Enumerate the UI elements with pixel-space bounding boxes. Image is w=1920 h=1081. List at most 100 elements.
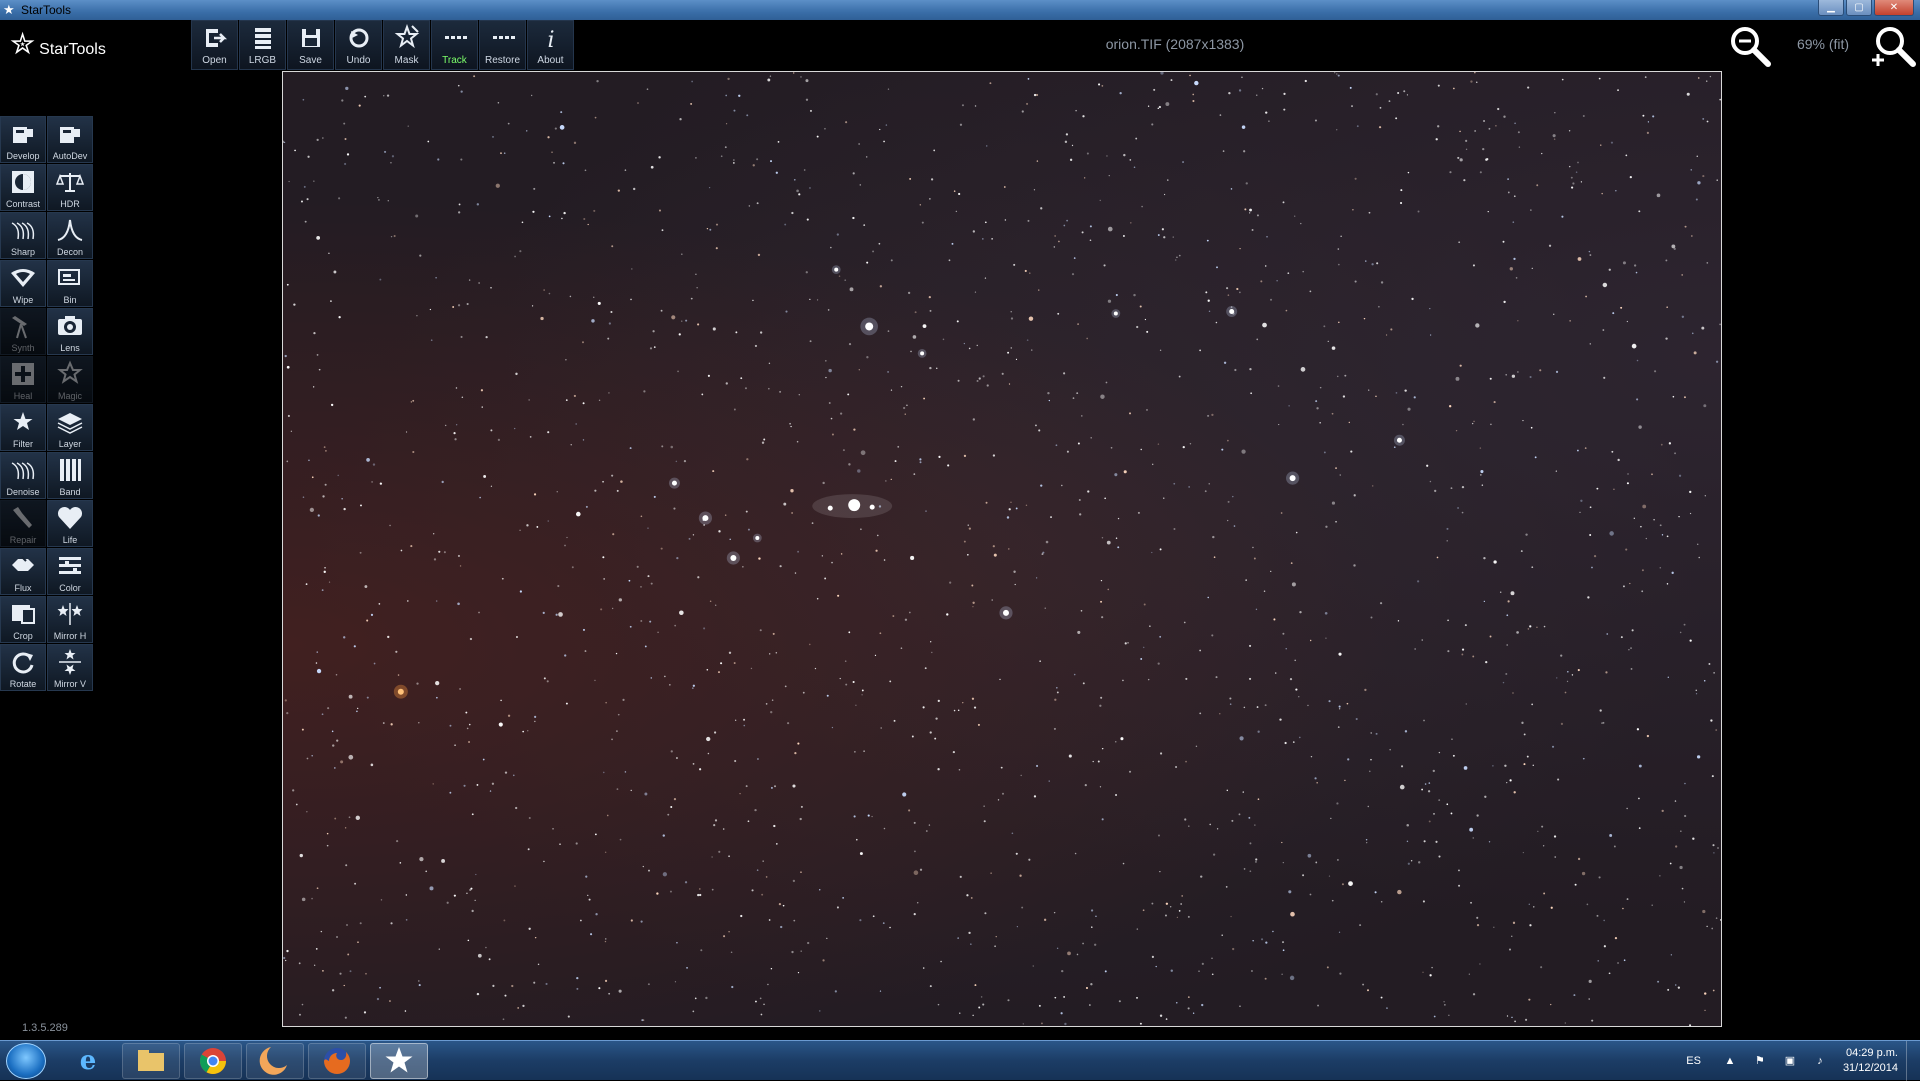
tool-grid: Develop AutoDev Contrast HDR Sharp Decon Wipe B… [0,116,94,691]
toolbar-button-label: Undo [346,55,371,66]
window-title: StarTools [21,3,72,17]
toolbar-icon-wrap [480,21,525,55]
toolbar-button-save[interactable]: Save [287,20,334,70]
tool-button-label: Develop [6,151,40,161]
tool-icon-wrap [48,309,92,343]
crop-icon [12,605,35,624]
maximize-button[interactable]: ▢ [1846,0,1872,16]
moon-icon [259,1047,287,1075]
tool-button-label: Crop [13,631,33,641]
tool-panel: Develop AutoDev Contrast HDR Sharp Decon Wipe B… [0,116,94,691]
toolbar-button-open[interactable]: Open [191,20,238,70]
app-window: ✮ StarTools Open LRGB Save Undo Mask Track Res… [0,20,1920,1040]
taskbar-item-startools[interactable] [370,1043,428,1079]
open-icon [205,29,227,47]
tool-button-bin[interactable]: Bin [47,260,93,307]
life-icon [57,506,83,529]
tool-button-rotate[interactable]: Rotate [0,644,46,691]
tool-button-develop[interactable]: Develop [0,116,46,163]
tool-button-lens[interactable]: Lens [47,308,93,355]
tool-button-label: Layer [58,439,82,449]
taskbar-item-app-moon[interactable] [246,1043,304,1079]
tool-icon-wrap [48,453,92,487]
version-label: 1.3.5.289 [22,1022,68,1034]
tool-button-synth[interactable]: Synth [0,308,46,355]
tool-icon-wrap [1,165,45,199]
tool-icon-wrap [48,213,92,247]
tool-button-mirror-h[interactable]: Mirror H [47,596,93,643]
magnifier-minus-icon [1731,27,1771,67]
flag-icon[interactable]: ⚑ [1753,1054,1767,1068]
toolbar-icon-wrap [432,21,477,55]
repair-icon [13,507,32,528]
toolbar-icon-wrap [384,21,429,55]
tool-button-contrast[interactable]: Contrast [0,164,46,211]
lrgb-icon [254,28,271,49]
tool-button-life[interactable]: Life [47,500,93,547]
tool-button-magic[interactable]: Magic [47,356,93,403]
tool-button-label: Rotate [9,679,37,689]
magic-icon [57,360,83,384]
toolbar-button-mask[interactable]: Mask [383,20,430,70]
zoom-out-button[interactable] [1728,24,1774,68]
tool-button-label: HDR [60,199,80,209]
mask-icon [394,24,419,49]
tool-button-label: Heal [13,391,33,401]
toolbar-button-restore[interactable]: Restore [479,20,526,70]
tool-button-band[interactable]: Band [47,452,93,499]
contrast-icon [12,171,34,193]
rotate-icon [12,652,34,674]
show-hidden-icons-icon[interactable]: ▲ [1723,1054,1737,1068]
volume-icon[interactable]: ♪ [1813,1054,1827,1068]
toolbar-button-about[interactable]: i About [527,20,574,70]
tool-button-sharp[interactable]: Sharp [0,212,46,259]
tool-button-crop[interactable]: Crop [0,596,46,643]
show-desktop-button[interactable] [1906,1041,1920,1081]
tool-button-filter[interactable]: Filter [0,404,46,451]
tool-button-heal[interactable]: Heal [0,356,46,403]
toolbar-button-label: Track [442,55,467,66]
top-toolbar-area: ✮ StarTools Open LRGB Save Undo Mask Track Res… [0,20,1920,70]
wipe-icon [11,269,35,287]
toolbar-button-label: LRGB [248,55,277,66]
tool-button-hdr[interactable]: HDR [47,164,93,211]
astro-image[interactable] [282,71,1722,1027]
toolbar-button-lrgb[interactable]: LRGB [239,20,286,70]
tool-button-wipe[interactable]: Wipe [0,260,46,307]
tool-icon-wrap [1,261,45,295]
track-icon [444,36,467,39]
tool-button-flux[interactable]: Flux [0,548,46,595]
startools-logo: ✮ StarTools [10,24,106,64]
denoise-icon [11,462,35,480]
tool-icon-wrap [48,645,92,679]
language-indicator[interactable]: ES [1686,1055,1701,1067]
zoom-in-button[interactable] [1870,24,1916,68]
close-button[interactable]: ✕ [1874,0,1914,16]
undo-icon [349,28,368,48]
tool-icon-wrap [1,213,45,247]
tool-icon-wrap [1,405,45,439]
tool-button-repair[interactable]: Repair [0,500,46,547]
toolbar-button-undo[interactable]: Undo [335,20,382,70]
taskbar-item-firefox[interactable] [308,1043,366,1079]
toolbar-icon-wrap [192,21,237,55]
heal-icon [12,363,34,385]
image-viewport[interactable] [95,70,1908,1030]
taskbar-item-file-explorer[interactable] [122,1043,180,1079]
tool-button-decon[interactable]: Decon [47,212,93,259]
tool-button-layer[interactable]: Layer [47,404,93,451]
ie-icon: e [80,1046,97,1076]
taskbar-item-chrome[interactable] [184,1043,242,1079]
tool-button-denoise[interactable]: Denoise [0,452,46,499]
logo-star-icon: ✮ [10,27,36,61]
tool-button-autodev[interactable]: AutoDev [47,116,93,163]
start-button[interactable] [6,1043,46,1079]
taskbar-item-internet-explorer[interactable]: e [60,1043,118,1079]
tool-button-mirror-v[interactable]: Mirror V [47,644,93,691]
tool-button-color[interactable]: Color [47,548,93,595]
toolbar-button-track[interactable]: Track [431,20,478,70]
clock[interactable]: 04:29 p.m. 31/12/2014 [1843,1046,1898,1076]
minimize-button[interactable]: ▁ [1818,0,1844,16]
clock-time: 04:29 p.m. [1846,1047,1898,1059]
network-icon[interactable]: ▣ [1783,1054,1797,1068]
